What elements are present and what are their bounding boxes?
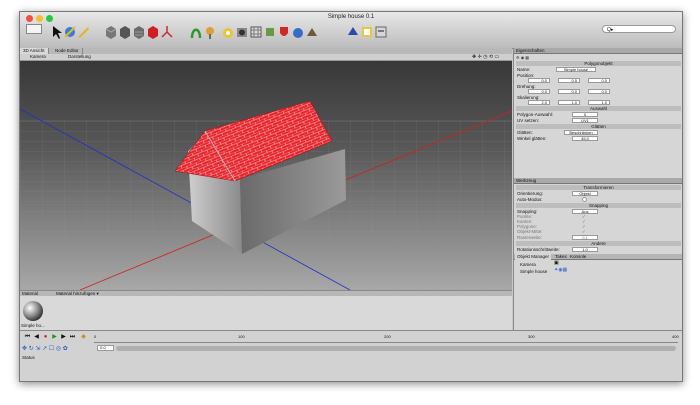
smooth-select[interactable]: Beschränken (564, 130, 598, 135)
rotation-z-field[interactable]: 0.0 (588, 89, 610, 94)
timeline-panel: ⏮ ◀ ● ▶ ▶ ⏭ ◆ 0 100 200 300 400 ✥ ↻ ⇲ ↗ … (20, 330, 682, 381)
camera-object-icon: ▣ (554, 260, 559, 266)
section-polygon-object[interactable]: Polygonobjekt (516, 61, 681, 66)
materials-icon[interactable] (360, 23, 374, 41)
orientation-select[interactable]: Objekt (572, 191, 598, 196)
grid-width-field[interactable]: 0.1 (572, 235, 598, 240)
spline-icon[interactable] (189, 23, 203, 41)
uv-label: UV setzen: (517, 118, 540, 123)
section-transform[interactable]: Transformieren (516, 185, 681, 190)
object-tags-icon: ✦◉▦ (554, 267, 568, 273)
object-icon[interactable] (263, 23, 277, 41)
section-selection[interactable]: Auswahl (516, 106, 681, 111)
app-window: Simple house 0.1 Q▸ 3D Ansicht Node Edit… (19, 11, 683, 382)
object-center-checkbox[interactable]: ✓ (582, 229, 586, 234)
section-smooth[interactable]: Glätten (516, 124, 681, 129)
menu-camera[interactable]: Kamera (30, 54, 46, 60)
tool-icons-row[interactable]: ✥ ↻ ⇲ ↗ ☐ ◎ ✿ (22, 345, 68, 352)
polygon-selection-field[interactable]: 0 (572, 112, 598, 117)
shield-icon[interactable] (277, 23, 291, 41)
object-manager-tabs: Objekt Manager Takes Konsole (514, 254, 682, 260)
keyframe-icon[interactable]: ◆ (80, 334, 87, 341)
select-tool-icon[interactable] (50, 23, 64, 41)
render-icon[interactable] (305, 23, 319, 41)
camera-icon[interactable] (235, 23, 249, 41)
name-field[interactable]: Simple house (556, 67, 596, 72)
viewport-menu: Kamera Darstellung ✥ ✛ ◷ ⟲ ▭ (20, 54, 512, 61)
polygon-selection-label: Polygon-Auswahl: (517, 112, 554, 117)
deformer-icon[interactable] (221, 23, 235, 41)
prev-frame-button[interactable]: ◀ (33, 334, 40, 341)
position-z-field[interactable]: 0.0 (588, 78, 610, 83)
scene-svg (20, 100, 512, 290)
tick-0: 0 (94, 334, 97, 339)
object-item-camera[interactable]: Kamera (520, 262, 536, 267)
layout-select-button[interactable] (26, 24, 42, 34)
properties-header: Eigenschaften (514, 48, 682, 54)
position-y-field[interactable]: 0.5 (558, 78, 580, 83)
section-snapping[interactable]: Snapping (516, 203, 681, 208)
tick-100: 100 (238, 334, 245, 339)
3d-viewport[interactable] (20, 61, 512, 290)
section-other[interactable]: Andere (516, 241, 681, 246)
next-frame-button[interactable]: ▶ (60, 334, 67, 341)
tool-header: Werkzeug (514, 178, 682, 184)
last-frame-button[interactable]: ⏭ (69, 334, 76, 341)
window-title: Simple house 0.1 (327, 14, 375, 20)
timeline-ruler[interactable]: 0 100 200 300 400 (94, 334, 679, 343)
tab-object-manager[interactable]: Objekt Manager (515, 254, 552, 260)
rotation-x-field[interactable]: 0.0 (528, 89, 550, 94)
properties-panel: Eigenschaften ⚙ ◉ ▦ Polygonobjekt Name: … (513, 48, 682, 330)
uv-select[interactable]: UV1 (572, 118, 598, 123)
position-x-field[interactable]: 0.0 (528, 78, 550, 83)
scale-x-field[interactable]: 2.0 (528, 100, 550, 105)
object-item-simple-house[interactable]: Simple house (520, 269, 547, 274)
auto-mode-label: Auto-Modus: (517, 197, 543, 202)
cube-striped-icon[interactable] (132, 23, 146, 41)
rotation-step-label: Rotationsschrittweite: (517, 247, 560, 252)
material-preview-sphere[interactable] (23, 301, 43, 321)
cube-dark-icon[interactable] (118, 23, 132, 41)
move-tool-icon[interactable] (63, 23, 77, 41)
tick-300: 300 (528, 334, 535, 339)
cube-gray-icon[interactable] (104, 23, 118, 41)
object-center-label: Objekt-Mitte: (517, 229, 543, 234)
smooth-angle-field[interactable]: 45.0 (572, 136, 598, 141)
axis-icon[interactable] (160, 23, 174, 41)
viewport-nav-icons[interactable]: ✥ ✛ ◷ ⟲ ▭ (472, 54, 499, 60)
menu-display[interactable]: Darstellung (68, 54, 91, 60)
first-frame-button[interactable]: ⏮ (24, 334, 31, 341)
name-label: Name: (517, 67, 531, 72)
preferences-icon[interactable] (374, 23, 388, 41)
ruler-tool-icon[interactable] (76, 23, 90, 41)
paint-icon[interactable] (203, 23, 217, 41)
smooth-angle-label: Winkel glätten: (517, 136, 547, 141)
properties-tab-icons[interactable]: ⚙ ◉ ▦ (516, 55, 529, 60)
material-panel: Simple ho... (20, 296, 512, 330)
smooth-label: Glätten: (517, 130, 533, 135)
title-bar: Simple house 0.1 Q▸ (20, 12, 682, 49)
tab-console[interactable]: Konsole (568, 254, 588, 260)
tag-icon[interactable] (291, 23, 305, 41)
tick-200: 200 (384, 334, 391, 339)
material-item-label: Simple ho... (21, 323, 45, 328)
rotation-y-field[interactable]: 0.0 (558, 89, 580, 94)
rotation-step-field[interactable]: 1.0 (572, 247, 598, 252)
record-button[interactable]: ● (42, 334, 49, 341)
light-icon[interactable] (346, 23, 360, 41)
grid-width-label: Rasterweite: (517, 235, 543, 240)
grid-icon[interactable] (249, 23, 263, 41)
search-input[interactable]: Q▸ (602, 25, 676, 33)
timeline-scrollbar[interactable] (116, 346, 676, 351)
orientation-label: Orientierung: (517, 191, 544, 196)
viewport-panel: 3D Ansicht Node Editor Kamera Darstellun… (20, 48, 512, 290)
cube-red-icon[interactable] (146, 23, 160, 41)
frame-field[interactable]: 0.0 (97, 345, 114, 351)
tick-400: 400 (672, 334, 679, 339)
auto-mode-radio[interactable] (582, 197, 587, 202)
play-button[interactable]: ▶ (51, 334, 58, 341)
status-text: Status (22, 355, 35, 360)
scale-y-field[interactable]: 1.0 (558, 100, 580, 105)
scale-z-field[interactable]: 1.0 (588, 100, 610, 105)
